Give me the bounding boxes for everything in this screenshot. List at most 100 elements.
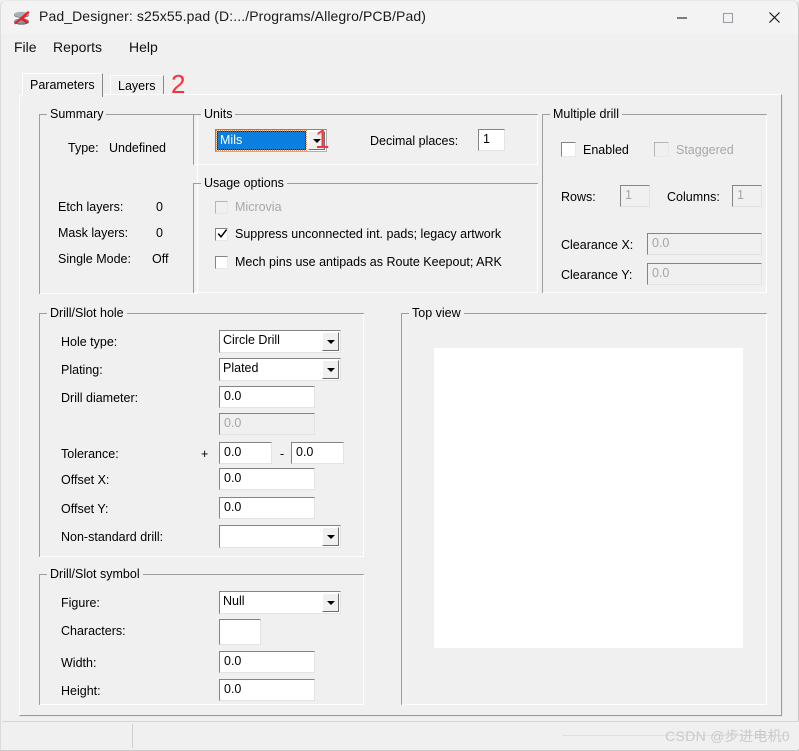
group-units-title: Units bbox=[201, 107, 236, 121]
tab-strip: Parameters Layers bbox=[19, 73, 782, 97]
decimal-places-label: Decimal places: bbox=[370, 134, 459, 148]
enabled-checkbox-box[interactable] bbox=[561, 142, 576, 157]
rows-input[interactable]: 1 bbox=[620, 185, 650, 207]
tolerance-plus-sign: + bbox=[201, 447, 209, 461]
hole-type-value: Circle Drill bbox=[223, 333, 280, 347]
group-usage-options: Usage options Microvia Suppress unconnec… bbox=[193, 176, 538, 293]
mech-pins-label: Mech pins use antipads as Route Keepout;… bbox=[235, 255, 502, 269]
width-label: Width: bbox=[61, 656, 97, 670]
checkbox-suppress-unconnected[interactable]: Suppress unconnected int. pads; legacy a… bbox=[215, 227, 501, 241]
chevron-down-icon bbox=[326, 367, 335, 372]
plating-value: Plated bbox=[223, 361, 259, 375]
suppress-unconnected-checkbox-box[interactable] bbox=[215, 227, 228, 241]
width-input[interactable]: 0.0 bbox=[219, 651, 315, 673]
group-top-view-title: Top view bbox=[409, 306, 464, 320]
check-icon bbox=[217, 228, 228, 238]
staggered-label: Staggered bbox=[676, 142, 734, 157]
watermark-text: CSDN @步进电机0 bbox=[665, 728, 790, 744]
plating-dropdown-arrow-button[interactable] bbox=[322, 360, 339, 379]
characters-input[interactable] bbox=[219, 619, 261, 645]
units-value: Mils bbox=[220, 133, 243, 147]
figure-dropdown-arrow-button[interactable] bbox=[322, 593, 339, 612]
characters-label: Characters: bbox=[61, 624, 126, 638]
drill-diameter-secondary-input[interactable]: 0.0 bbox=[219, 413, 315, 435]
offset-y-label: Offset Y: bbox=[61, 502, 109, 516]
figure-label: Figure: bbox=[61, 596, 100, 610]
summary-singlemode-label: Single Mode: bbox=[58, 252, 131, 266]
menu-help[interactable]: Help bbox=[125, 38, 162, 56]
drill-diameter-label: Drill diameter: bbox=[61, 391, 139, 405]
window-title: Pad_Designer: s25x55.pad (D:.../Programs… bbox=[39, 8, 426, 24]
enabled-label: Enabled bbox=[583, 142, 629, 157]
group-summary-title: Summary bbox=[47, 107, 107, 121]
figure-combobox[interactable]: Null bbox=[219, 591, 341, 614]
group-usage-options-title: Usage options bbox=[201, 176, 287, 190]
suppress-unconnected-label: Suppress unconnected int. pads; legacy a… bbox=[235, 227, 502, 241]
group-multiple-drill-title: Multiple drill bbox=[550, 107, 622, 121]
offset-x-label: Offset X: bbox=[61, 473, 110, 487]
maximize-button[interactable] bbox=[705, 1, 751, 34]
non-standard-drill-label: Non-standard drill: bbox=[61, 530, 164, 544]
checkbox-microvia: Microvia bbox=[215, 200, 282, 214]
columns-input[interactable]: 1 bbox=[732, 185, 762, 207]
status-bar: CSDN @步进电机0 bbox=[2, 721, 799, 749]
summary-mask-label: Mask layers: bbox=[58, 226, 129, 240]
units-combobox[interactable]: Mils bbox=[215, 129, 327, 152]
tolerance-minus-sign: - bbox=[280, 447, 285, 461]
tab-layers[interactable]: Layers bbox=[110, 75, 164, 96]
top-view-canvas[interactable] bbox=[434, 348, 743, 648]
hole-type-label: Hole type: bbox=[61, 335, 118, 349]
group-units: Units Mils Decimal places: 1 bbox=[193, 107, 538, 165]
mech-pins-checkbox-box[interactable] bbox=[215, 255, 228, 269]
clearance-x-label: Clearance X: bbox=[561, 238, 634, 252]
hole-type-dropdown-arrow-button[interactable] bbox=[322, 332, 339, 351]
title-bar: Pad_Designer: s25x55.pad (D:.../Programs… bbox=[1, 1, 798, 34]
menu-bar: File Reports Help bbox=[1, 34, 798, 60]
height-input[interactable]: 0.0 bbox=[219, 679, 315, 701]
group-top-view: Top view bbox=[401, 306, 767, 705]
chevron-down-icon bbox=[326, 339, 335, 344]
minimize-button[interactable] bbox=[659, 1, 705, 34]
summary-type-value: Undefined bbox=[109, 141, 166, 155]
checkbox-multiple-drill-enabled[interactable]: Enabled bbox=[561, 142, 629, 157]
staggered-checkbox-box bbox=[654, 142, 669, 157]
chevron-down-icon bbox=[326, 534, 335, 539]
microvia-checkbox-box bbox=[215, 200, 228, 214]
non-standard-drill-dropdown-arrow-button[interactable] bbox=[322, 527, 339, 546]
summary-singlemode-value: Off bbox=[152, 252, 169, 266]
offset-y-input[interactable]: 0.0 bbox=[219, 497, 315, 519]
menu-reports[interactable]: Reports bbox=[49, 38, 106, 56]
parameters-panel: Summary Type: Undefined Etch layers: 0 M… bbox=[19, 94, 783, 717]
tolerance-plus-input[interactable]: 0.0 bbox=[219, 442, 272, 464]
pad-designer-icon bbox=[12, 9, 31, 27]
checkbox-mech-pins-antipads[interactable]: Mech pins use antipads as Route Keepout;… bbox=[215, 255, 502, 269]
tolerance-minus-input[interactable]: 0.0 bbox=[291, 442, 344, 464]
group-drill-slot-symbol: Drill/Slot symbol Figure: Null Character… bbox=[39, 567, 364, 705]
close-button[interactable] bbox=[751, 1, 797, 34]
rows-label: Rows: bbox=[561, 190, 596, 204]
hole-type-combobox[interactable]: Circle Drill bbox=[219, 330, 341, 353]
group-drill-slot-symbol-title: Drill/Slot symbol bbox=[47, 567, 143, 581]
decimal-places-input[interactable]: 1 bbox=[478, 129, 505, 151]
summary-mask-value: 0 bbox=[156, 226, 163, 240]
plating-combobox[interactable]: Plated bbox=[219, 358, 341, 381]
clearance-y-input[interactable]: 0.0 bbox=[647, 263, 762, 285]
summary-type-label: Type: bbox=[68, 141, 99, 155]
clearance-x-input[interactable]: 0.0 bbox=[647, 233, 762, 255]
group-multiple-drill: Multiple drill Enabled Staggered Rows: 1… bbox=[542, 107, 767, 293]
annotation-1: 1 bbox=[315, 124, 330, 154]
drill-diameter-input[interactable]: 0.0 bbox=[219, 386, 315, 408]
microvia-label: Microvia bbox=[235, 200, 282, 214]
height-label: Height: bbox=[61, 684, 101, 698]
menu-file[interactable]: File bbox=[10, 38, 41, 56]
chevron-down-icon bbox=[326, 600, 335, 605]
columns-label: Columns: bbox=[667, 190, 720, 204]
offset-x-input[interactable]: 0.0 bbox=[219, 468, 315, 490]
checkbox-multiple-drill-staggered: Staggered bbox=[654, 142, 734, 157]
tab-parameters[interactable]: Parameters bbox=[22, 73, 103, 97]
group-summary: Summary Type: Undefined Etch layers: 0 M… bbox=[39, 107, 198, 294]
group-drill-slot-hole-title: Drill/Slot hole bbox=[47, 306, 127, 320]
tolerance-label: Tolerance: bbox=[61, 447, 119, 461]
non-standard-drill-combobox[interactable] bbox=[219, 525, 341, 548]
application-window: Pad_Designer: s25x55.pad (D:.../Programs… bbox=[0, 0, 799, 751]
